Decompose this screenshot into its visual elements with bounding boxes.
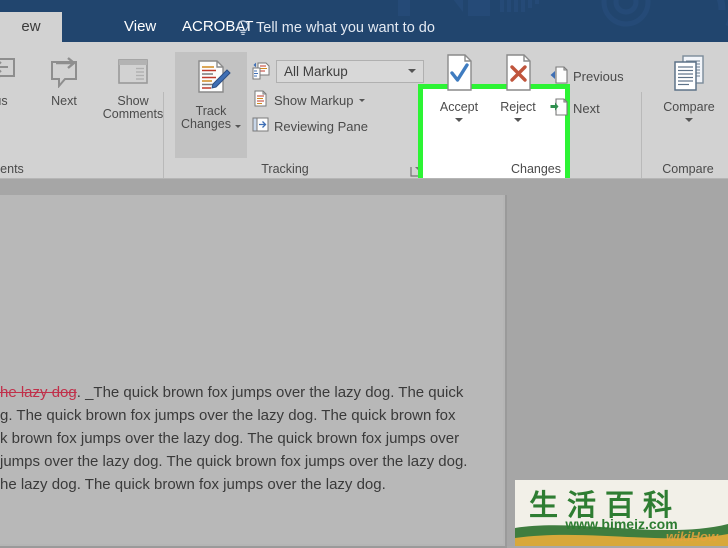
previous-comment-label: us — [0, 93, 8, 108]
ribbon: us Next Show Comments ents — [0, 42, 728, 192]
chevron-down-icon[interactable] — [408, 69, 416, 73]
track-changes-icon — [175, 58, 247, 102]
show-markup-label: Show Markup — [274, 92, 354, 108]
group-title-comments: ents — [0, 162, 24, 176]
tab-review[interactable]: ew — [0, 12, 62, 42]
accept-change-label: Accept — [439, 99, 479, 114]
reject-change-icon — [489, 52, 547, 98]
group-title-compare: Compare — [662, 162, 714, 176]
title-bar: ew View ACROBAT Tell me what you want to… — [0, 0, 728, 42]
show-comments-label-1: Show — [117, 93, 149, 108]
next-change-button[interactable]: Next — [550, 97, 600, 119]
group-separator-3 — [641, 92, 642, 188]
previous-change-button[interactable]: Previous — [550, 65, 624, 87]
reviewing-pane-label: Reviewing Pane — [274, 118, 368, 134]
track-changes-button[interactable]: Track Changes — [175, 52, 247, 158]
watermark-chinese-text: 生活百科 — [529, 488, 682, 522]
watermark: 生活百科 www.bimeiz.com wikiHow — [515, 480, 728, 546]
next-change-icon — [550, 97, 568, 120]
tab-acrobat[interactable]: ACROBAT — [168, 12, 267, 42]
group-title-changes: Changes — [510, 162, 562, 176]
show-comments-label-2: Comments — [102, 107, 164, 121]
previous-comment-button[interactable]: us — [0, 56, 26, 108]
show-markup-button[interactable]: Show Markup — [252, 89, 366, 111]
compare-documents-button[interactable]: Compare — [653, 52, 725, 122]
chevron-down-icon[interactable] — [514, 118, 522, 122]
markup-display-row[interactable] — [252, 61, 275, 83]
previous-comment-icon — [0, 56, 26, 92]
document-page[interactable]: he lazy dog. _The quick brown fox jumps … — [0, 195, 507, 548]
tab-review-label: ew — [21, 18, 41, 35]
document-line-3: k brown fox jumps over the lazy dog. The… — [0, 430, 460, 447]
markup-display-value: All Markup — [284, 64, 348, 79]
next-comment-icon — [38, 56, 90, 92]
tab-view-label: View — [124, 18, 157, 35]
chevron-down-icon[interactable] — [235, 125, 242, 128]
previous-change-icon — [550, 65, 568, 88]
show-markup-icon — [252, 90, 269, 110]
previous-change-label: Previous — [573, 68, 624, 84]
document-line-5: he lazy dog. The quick brown fox jumps o… — [0, 476, 386, 493]
document-line-1: he lazy dog. _The quick brown fox jumps … — [0, 384, 463, 401]
chevron-down-icon[interactable] — [359, 98, 366, 102]
group-separator-1 — [163, 92, 164, 188]
reviewing-pane-button[interactable]: Reviewing Pane — [252, 115, 368, 137]
reviewing-pane-icon — [252, 116, 269, 136]
reject-change-button[interactable]: Reject — [489, 52, 547, 122]
compare-label: Compare — [663, 99, 715, 114]
document-line-2: g. The quick brown fox jumps over the la… — [0, 407, 456, 424]
tell-me-box[interactable]: Tell me what you want to do — [256, 20, 435, 36]
markup-display-combobox[interactable]: All Markup — [276, 60, 424, 83]
next-change-label: Next — [573, 100, 600, 116]
markup-display-icon — [252, 62, 270, 83]
track-changes-label-2: Changes — [180, 117, 232, 131]
reject-change-label: Reject — [500, 99, 536, 114]
lightbulb-icon — [236, 20, 250, 38]
tab-view[interactable]: View — [110, 12, 170, 42]
group-title-tracking: Tracking — [261, 162, 309, 176]
watermark-overlay-text: wikiHow — [665, 529, 718, 544]
document-line-4: jumps over the lazy dog. The quick brown… — [0, 453, 468, 470]
deleted-text: he lazy dog — [0, 384, 77, 401]
next-comment-button[interactable]: Next — [38, 56, 90, 108]
track-changes-label-1: Track — [195, 103, 227, 118]
compare-documents-icon — [653, 52, 725, 98]
accept-change-icon — [430, 52, 488, 98]
document-line-1-text: . _The quick brown fox jumps over the la… — [76, 384, 464, 401]
show-comments-button[interactable]: Show Comments — [96, 56, 170, 122]
chevron-down-icon[interactable] — [455, 118, 463, 122]
document-page-surface[interactable]: he lazy dog. _The quick brown fox jumps … — [0, 195, 503, 544]
chevron-down-icon[interactable] — [685, 118, 693, 122]
accept-change-button[interactable]: Accept — [430, 52, 488, 122]
show-comments-icon — [96, 56, 170, 92]
next-comment-label: Next — [51, 93, 77, 108]
